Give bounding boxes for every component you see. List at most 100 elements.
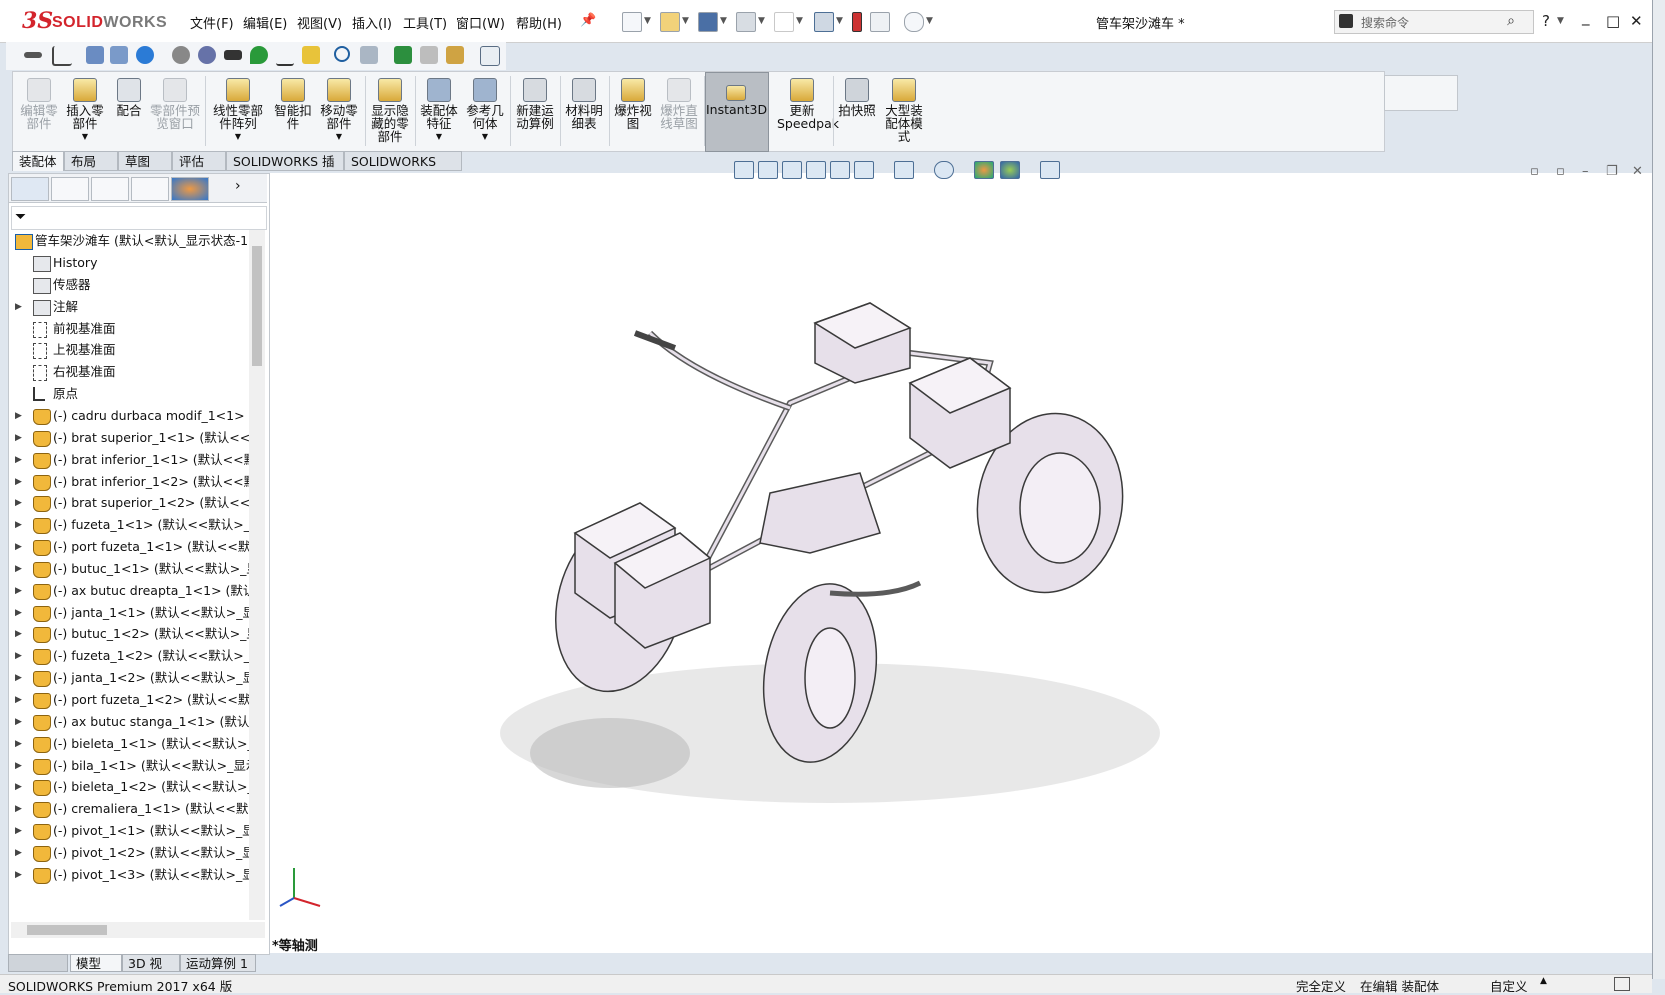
- tree-node[interactable]: 上视基准面: [9, 339, 249, 361]
- expand-arrow-icon[interactable]: ▶: [15, 755, 22, 777]
- view-orientation-icon[interactable]: [854, 161, 874, 179]
- tab-assembly[interactable]: 装配体: [12, 151, 64, 171]
- rebuild-icon[interactable]: [852, 12, 862, 32]
- exploded-view-button[interactable]: 爆炸视图: [611, 78, 655, 130]
- linear-pattern-button[interactable]: 线性零部件阵列 ▼: [207, 78, 269, 143]
- expand-arrow-icon[interactable]: ▶: [15, 842, 22, 864]
- open-icon[interactable]: [660, 12, 680, 32]
- expand-arrow-icon[interactable]: ▶: [15, 733, 22, 755]
- dimxpert-tab-icon[interactable]: [131, 177, 169, 201]
- edit-appearance-icon[interactable]: [974, 161, 994, 179]
- previous-view-icon[interactable]: [782, 161, 802, 179]
- take-snapshot-button[interactable]: 拍快照: [835, 78, 879, 117]
- spring-icon[interactable]: [276, 46, 294, 66]
- large-assembly-mode-button[interactable]: 大型装配体模式: [881, 78, 927, 143]
- tab-layout[interactable]: 布局: [64, 151, 118, 171]
- tree-node[interactable]: ▶ (-) janta_1<1> (默认<<默认>_显: [9, 602, 249, 624]
- tree-node[interactable]: ▶ (-) butuc_1<2> (默认<<默认>_显: [9, 623, 249, 645]
- maximize-button[interactable]: □: [1606, 12, 1620, 30]
- new-motion-study-button[interactable]: 新建运动算例: [512, 78, 558, 130]
- tree-node[interactable]: ▶ (-) pivot_1<3> (默认<<默认>_显: [9, 864, 249, 886]
- expand-arrow-icon[interactable]: ▶: [15, 449, 22, 471]
- dynamic-annotation-icon[interactable]: [830, 161, 850, 179]
- dimension-icon[interactable]: [52, 46, 72, 66]
- tab-motion-study[interactable]: 运动算例 1: [180, 954, 256, 972]
- tree-node[interactable]: ▶ (-) brat inferior_1<2> (默认<<默: [9, 471, 249, 493]
- edit-component-button[interactable]: 编辑零部件: [17, 78, 61, 130]
- help-button[interactable]: ?: [1542, 12, 1550, 30]
- tree-vertical-scrollbar[interactable]: [249, 230, 265, 920]
- tree-node[interactable]: ▶ (-) port fuzeta_1<1> (默认<<默认: [9, 536, 249, 558]
- save-dropdown-icon[interactable]: ▼: [720, 16, 727, 26]
- expand-arrow-icon[interactable]: ▶: [15, 711, 22, 733]
- section-view-icon[interactable]: [806, 161, 826, 179]
- tree-root-assembly[interactable]: 管车架沙滩车 (默认<默认_显示状态-1: [11, 230, 251, 252]
- printer-icon[interactable]: [420, 46, 438, 64]
- expand-arrow-icon[interactable]: ▶: [15, 864, 22, 886]
- expand-arrow-icon[interactable]: ▶: [15, 580, 22, 602]
- save-icon[interactable]: [698, 12, 718, 32]
- expand-arrow-icon[interactable]: ▶: [15, 645, 22, 667]
- new-document-icon[interactable]: [622, 12, 642, 32]
- viewport-close-icon[interactable]: ✕: [1632, 164, 1643, 179]
- menu-window[interactable]: 窗口(W): [456, 13, 505, 32]
- tree-node[interactable]: ▶ (-) butuc_1<1> (默认<<默认>_显: [9, 558, 249, 580]
- expand-arrow-icon[interactable]: ▶: [15, 667, 22, 689]
- property-manager-tab-icon[interactable]: [51, 177, 89, 201]
- appearance-icon[interactable]: [136, 46, 154, 64]
- tree-node[interactable]: ▶ (-) bieleta_1<2> (默认<<默认>_: [9, 776, 249, 798]
- tab-nav-arrows[interactable]: [8, 954, 68, 972]
- component-preview-button[interactable]: 零部件预览窗口: [149, 78, 201, 130]
- tree-node[interactable]: ▶ (-) brat inferior_1<1> (默认<<默: [9, 449, 249, 471]
- tree-node[interactable]: 右视基准面: [9, 361, 249, 383]
- location-icon[interactable]: [250, 46, 268, 64]
- search-icon[interactable]: ⌕: [1507, 13, 1515, 29]
- tree-node[interactable]: ▶ (-) port fuzeta_1<2> (默认<<默认: [9, 689, 249, 711]
- chevron-right-icon[interactable]: ›: [235, 178, 241, 194]
- tab-3d-views[interactable]: 3D 视图: [122, 954, 180, 989]
- print-dropdown-icon[interactable]: ▼: [758, 16, 765, 26]
- smart-fastener-icon[interactable]: [302, 46, 320, 64]
- menu-file[interactable]: 文件(F): [190, 13, 234, 32]
- atv-model[interactable]: [270, 173, 1652, 953]
- expand-arrow-icon[interactable]: ▶: [15, 492, 22, 514]
- instant3d-button[interactable]: Instant3D: [705, 72, 769, 152]
- bill-of-materials-button[interactable]: 材料明细表: [562, 78, 606, 130]
- expand-arrow-icon[interactable]: ▶: [15, 776, 22, 798]
- tree-node[interactable]: 原点: [9, 383, 249, 405]
- tab-solidworks-addins[interactable]: SOLIDWORKS 插件: [226, 151, 344, 189]
- tab-sketch[interactable]: 草图: [118, 151, 172, 171]
- move-component-button[interactable]: 移动零部件 ▼: [317, 78, 361, 143]
- tree-horizontal-scrollbar[interactable]: [11, 922, 265, 938]
- expand-arrow-icon[interactable]: ▶: [15, 514, 22, 536]
- pane-right-icon[interactable]: ▫: [1556, 164, 1565, 179]
- help-dropdown-icon[interactable]: ▼: [1557, 16, 1564, 26]
- zoom-to-fit-icon[interactable]: [734, 161, 754, 179]
- flyout-toolbar-box[interactable]: [1384, 75, 1458, 111]
- mate-button[interactable]: 配合: [111, 78, 147, 117]
- tree-node[interactable]: ▶ 注解: [9, 296, 249, 318]
- assembly-features-button[interactable]: 装配体特征 ▼: [417, 78, 461, 143]
- tree-node[interactable]: ▶ (-) pivot_1<1> (默认<<默认>_显: [9, 820, 249, 842]
- view-settings-icon[interactable]: [1040, 161, 1060, 179]
- tab-solidworks-mbd[interactable]: SOLIDWORKS MBD: [344, 151, 462, 189]
- scroll-thumb[interactable]: [252, 246, 262, 366]
- viewport-minimize-icon[interactable]: –: [1582, 164, 1589, 179]
- expand-arrow-icon[interactable]: ▶: [15, 602, 22, 624]
- smart-fasteners-button[interactable]: 智能扣件: [271, 78, 315, 130]
- open-dropdown-icon[interactable]: ▼: [682, 16, 689, 26]
- zoom-to-area-icon[interactable]: [758, 161, 778, 179]
- display-manager-tab-icon[interactable]: [171, 177, 209, 201]
- drawing-icon[interactable]: [446, 46, 464, 64]
- explode-line-sketch-button[interactable]: 爆炸直线草图: [657, 78, 701, 130]
- tree-node[interactable]: ▶ (-) cremaliera_1<1> (默认<<默认: [9, 798, 249, 820]
- search-commands-field[interactable]: 搜索命令 ⌕: [1334, 10, 1534, 34]
- expand-arrow-icon[interactable]: ▶: [15, 536, 22, 558]
- funnel-icon[interactable]: [224, 50, 242, 60]
- graphics-area[interactable]: [270, 173, 1652, 953]
- menu-help[interactable]: 帮助(H): [516, 13, 562, 32]
- tree-node[interactable]: ▶ (-) brat superior_1<2> (默认<<: [9, 492, 249, 514]
- update-speedpak-button[interactable]: 更新Speedpak: [773, 78, 839, 130]
- tree-node[interactable]: ▶ (-) bieleta_1<1> (默认<<默认>_: [9, 733, 249, 755]
- gear-icon[interactable]: [198, 46, 216, 64]
